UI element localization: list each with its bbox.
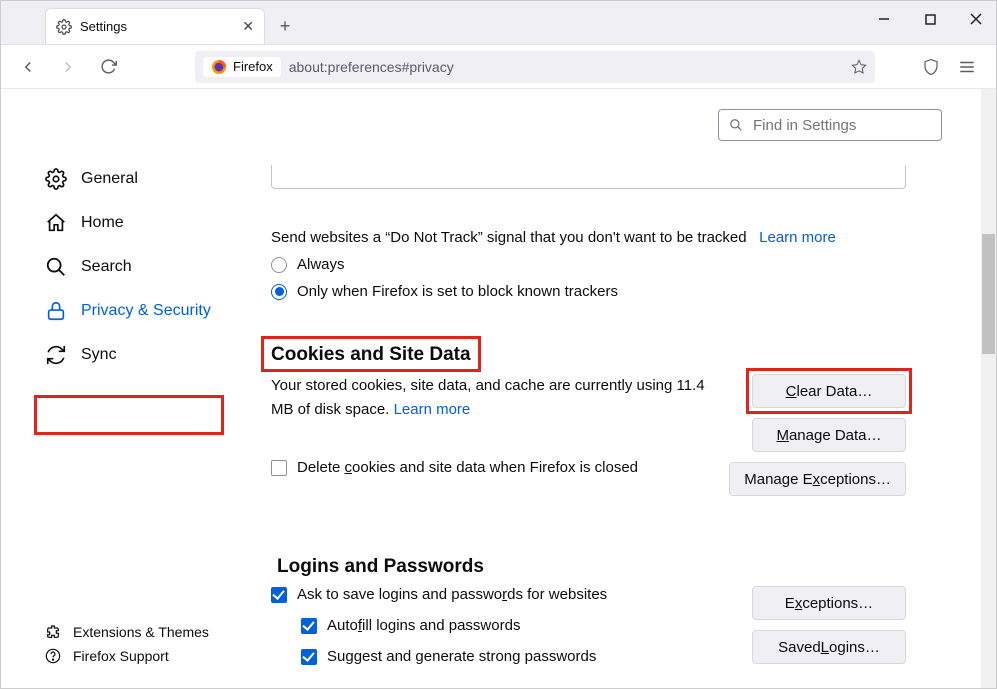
search-settings-input[interactable] — [751, 116, 931, 135]
ask-save-logins-row[interactable]: Ask to save logins and passwords for web… — [271, 586, 722, 603]
cookies-learn-more-link[interactable]: Learn more — [394, 401, 471, 418]
radio-icon[interactable] — [271, 284, 287, 300]
window-close-button[interactable] — [966, 9, 986, 29]
back-button[interactable] — [15, 54, 41, 80]
sidebar: General Home Search Privacy & Security S… — [1, 89, 251, 688]
tab-title: Settings — [80, 19, 127, 34]
sidebar-item-general[interactable]: General — [45, 159, 251, 199]
sidebar-item-privacy-security[interactable]: Privacy & Security — [45, 291, 251, 331]
forward-button[interactable] — [55, 54, 81, 80]
identity-box[interactable]: Firefox — [203, 57, 281, 77]
search-icon — [729, 118, 743, 132]
toolbar: Firefox about:preferences#privacy — [1, 45, 996, 89]
sidebar-bottom-label: Firefox Support — [73, 648, 169, 664]
sidebar-item-search[interactable]: Search — [45, 247, 251, 287]
home-icon — [45, 212, 67, 234]
dnt-option-always[interactable]: Always — [271, 256, 906, 273]
gear-icon — [56, 19, 72, 35]
identity-label: Firefox — [233, 59, 273, 74]
suggest-passwords-row[interactable]: Suggest and generate strong passwords — [301, 648, 722, 665]
dnt-learn-more-link[interactable]: Learn more — [759, 229, 836, 246]
dnt-description: Send websites a “Do Not Track” signal th… — [271, 229, 906, 246]
logins-exceptions-button[interactable]: Exceptions… — [752, 586, 906, 620]
sidebar-item-label: General — [81, 170, 138, 188]
help-icon — [45, 648, 61, 664]
scrollbar-thumb[interactable] — [982, 234, 995, 354]
checkbox-icon[interactable] — [271, 460, 287, 476]
sidebar-bottom-label: Extensions & Themes — [73, 624, 209, 640]
firefox-logo-icon — [211, 59, 227, 75]
radio-label: Always — [297, 256, 345, 273]
sidebar-item-sync[interactable]: Sync — [45, 335, 251, 375]
pocket-icon[interactable] — [922, 58, 940, 76]
manage-exceptions-button[interactable]: Manage Exceptions… — [729, 462, 906, 496]
search-settings-field[interactable] — [718, 109, 942, 141]
search-icon — [45, 256, 67, 278]
lock-icon — [45, 300, 67, 322]
window-minimize-button[interactable] — [874, 9, 894, 29]
gear-icon — [45, 168, 67, 190]
url-bar[interactable]: Firefox about:preferences#privacy — [195, 51, 875, 83]
app-menu-icon[interactable] — [958, 58, 976, 76]
sidebar-item-home[interactable]: Home — [45, 203, 251, 243]
previous-section-fragment — [271, 165, 906, 189]
main-content: Send websites a “Do Not Track” signal th… — [251, 89, 996, 688]
checkbox-label: Suggest and generate strong passwords — [327, 648, 596, 665]
saved-logins-button[interactable]: Saved Logins… — [752, 630, 906, 664]
checkbox-label: Delete cookies and site data when Firefo… — [297, 456, 638, 480]
tab-settings[interactable]: Settings ✕ — [45, 8, 265, 44]
cookies-section-title: Cookies and Site Data — [271, 344, 471, 366]
sidebar-item-label: Privacy & Security — [81, 302, 211, 320]
delete-on-close-row[interactable]: Delete cookies and site data when Firefo… — [271, 456, 709, 480]
radio-icon[interactable] — [271, 257, 287, 273]
sidebar-extensions-themes[interactable]: Extensions & Themes — [45, 624, 209, 640]
url-text: about:preferences#privacy — [289, 59, 454, 75]
clear-data-button[interactable]: Clear Data… — [752, 374, 906, 408]
close-tab-icon[interactable]: ✕ — [242, 18, 254, 35]
sync-icon — [45, 344, 67, 366]
sidebar-firefox-support[interactable]: Firefox Support — [45, 648, 209, 664]
checkbox-label: Autofill logins and passwords — [327, 617, 520, 634]
radio-label: Only when Firefox is set to block known … — [297, 283, 618, 300]
window-maximize-button[interactable] — [920, 9, 940, 29]
checkbox-label: Ask to save logins and passwords for web… — [297, 586, 607, 603]
logins-section-title: Logins and Passwords — [277, 556, 906, 578]
checkbox-icon[interactable] — [271, 587, 287, 603]
manage-data-button[interactable]: Manage Data… — [752, 418, 906, 452]
autofill-logins-row[interactable]: Autofill logins and passwords — [301, 617, 722, 634]
checkbox-icon[interactable] — [301, 649, 317, 665]
new-tab-button[interactable]: + — [271, 12, 299, 40]
cookies-desc: Your stored cookies, site data, and cach… — [271, 377, 705, 418]
sidebar-item-label: Search — [81, 258, 132, 276]
dnt-option-blocking[interactable]: Only when Firefox is set to block known … — [271, 283, 906, 300]
titlebar: Settings ✕ + — [1, 1, 996, 45]
scrollbar-track[interactable] — [981, 89, 996, 688]
sidebar-item-label: Home — [81, 214, 124, 232]
sidebar-item-label: Sync — [81, 346, 117, 364]
bookmark-star-icon[interactable] — [851, 59, 867, 75]
reload-button[interactable] — [95, 54, 121, 80]
puzzle-icon — [45, 624, 61, 640]
checkbox-icon[interactable] — [301, 618, 317, 634]
